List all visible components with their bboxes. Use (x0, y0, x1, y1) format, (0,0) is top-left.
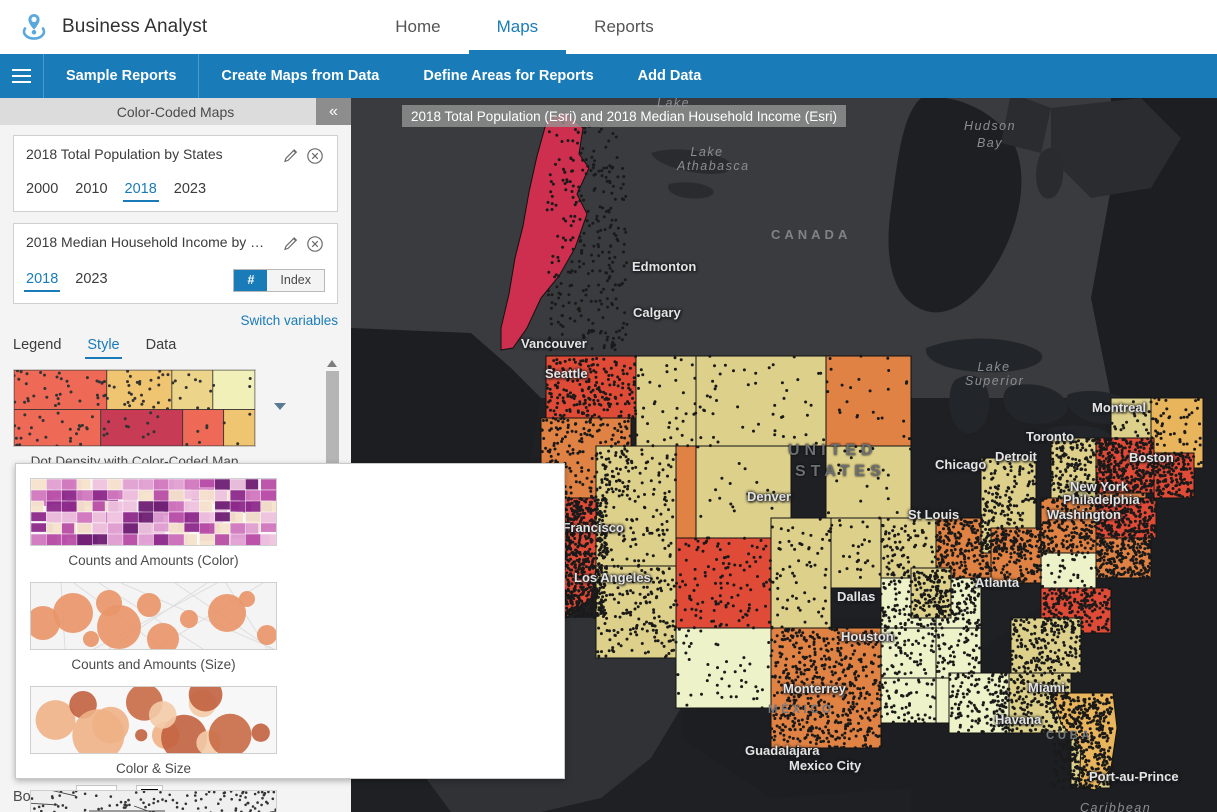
year-selector-income: 2018 2023 # Index (26, 269, 325, 292)
panel-tabs: Legend Style Data (13, 337, 338, 357)
nav-item-reports[interactable]: Reports (566, 0, 682, 54)
style-thumbnail (30, 582, 277, 650)
year-option-2018[interactable]: 2018 (125, 181, 157, 200)
variable-title: 2018 Median Household Income by Sta... (26, 234, 277, 250)
tab-legend[interactable]: Legend (13, 337, 61, 357)
hamburger-line (12, 81, 31, 83)
style-thumbnail (30, 790, 277, 812)
value-type-toggle: # Index (233, 269, 325, 292)
year-option-2010[interactable]: 2010 (75, 181, 107, 200)
brand[interactable]: Business Analyst (0, 7, 207, 47)
year-selector-population: 2000 2010 2018 2023 (26, 181, 325, 200)
style-caption: Counts and Amounts (Size) (30, 657, 277, 672)
current-style-selector[interactable]: Dot Density with Color-Coded Map (13, 369, 338, 469)
style-caption: Counts and Amounts (Color) (30, 553, 277, 568)
variable-card-title-row: 2018 Median Household Income by Sta... (26, 234, 325, 254)
nav-item-home[interactable]: Home (367, 0, 468, 54)
close-circle-icon[interactable] (305, 234, 325, 254)
scroll-up-arrow-icon[interactable] (327, 360, 337, 367)
switch-variables-link[interactable]: Switch variables (13, 313, 338, 328)
hamburger-line (12, 69, 31, 71)
toggle-option-number[interactable]: # (234, 270, 267, 291)
pencil-icon[interactable] (281, 146, 301, 166)
map-title-banner: 2018 Total Population (Esri) and 2018 Me… (402, 105, 846, 127)
variable-title: 2018 Total Population by States (26, 146, 277, 162)
panel-body: 2018 Total Population by States 2000 (0, 125, 351, 469)
subnav-item-sample-reports[interactable]: Sample Reports (44, 54, 199, 98)
style-gallery-flyout: Counts and Amounts (Color) Counts and Am… (15, 463, 565, 779)
brand-title: Business Analyst (62, 16, 207, 38)
style-thumbnail (30, 478, 277, 546)
subnav-item-add-data[interactable]: Add Data (616, 54, 724, 98)
style-caption: Color & Size (30, 761, 277, 776)
application-window: Business Analyst Home Maps Reports Sampl… (0, 0, 1217, 812)
location-pin-icon (14, 7, 54, 47)
year-option-2023[interactable]: 2023 (174, 181, 206, 200)
secondary-nav-bar: Sample Reports Create Maps from Data Def… (0, 54, 1217, 98)
style-thumbnail (30, 686, 277, 754)
primary-nav: Home Maps Reports (367, 0, 681, 54)
double-chevron-left-icon[interactable]: « (316, 98, 351, 125)
hamburger-menu-icon[interactable] (0, 54, 44, 98)
close-circle-icon[interactable] (305, 146, 325, 166)
style-option-dot-density[interactable]: Dot Density (16, 786, 291, 812)
style-option-counts-and-amounts-color[interactable]: Counts and Amounts (Color) (16, 474, 291, 578)
variable-card-title-row: 2018 Total Population by States (26, 146, 325, 166)
year-option-2000[interactable]: 2000 (26, 181, 58, 200)
style-option-counts-and-amounts-size[interactable]: Counts and Amounts (Size) (16, 578, 291, 682)
variable-card-population: 2018 Total Population by States 2000 (13, 135, 338, 212)
panel-title: Color-Coded Maps (117, 104, 235, 120)
current-style-thumbnail[interactable] (13, 369, 256, 447)
style-gallery-grid: Counts and Amounts (Color) Counts and Am… (16, 474, 564, 812)
top-header-bar: Business Analyst Home Maps Reports (0, 0, 1217, 54)
style-option-color-and-size[interactable]: Color & Size (16, 682, 291, 786)
caret-down-icon[interactable] (274, 403, 286, 410)
year-option-2023[interactable]: 2023 (75, 271, 107, 290)
subnav-item-create-maps-from-data[interactable]: Create Maps from Data (199, 54, 401, 98)
nav-item-maps[interactable]: Maps (469, 0, 567, 54)
variable-card-income: 2018 Median Household Income by Sta... 2… (13, 223, 338, 304)
panel-header: Color-Coded Maps « (0, 98, 351, 125)
subnav-item-define-areas-for-reports[interactable]: Define Areas for Reports (401, 54, 615, 98)
pencil-icon[interactable] (281, 234, 301, 254)
year-option-2018[interactable]: 2018 (26, 271, 58, 290)
tab-data[interactable]: Data (146, 337, 177, 357)
hamburger-line (12, 75, 31, 77)
toggle-option-index[interactable]: Index (267, 270, 324, 291)
tab-style[interactable]: Style (87, 337, 119, 357)
